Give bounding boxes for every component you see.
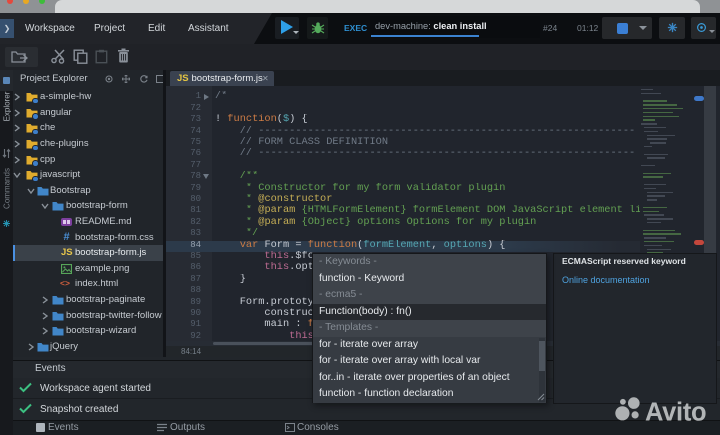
svg-text:Avito: Avito: [645, 398, 706, 425]
